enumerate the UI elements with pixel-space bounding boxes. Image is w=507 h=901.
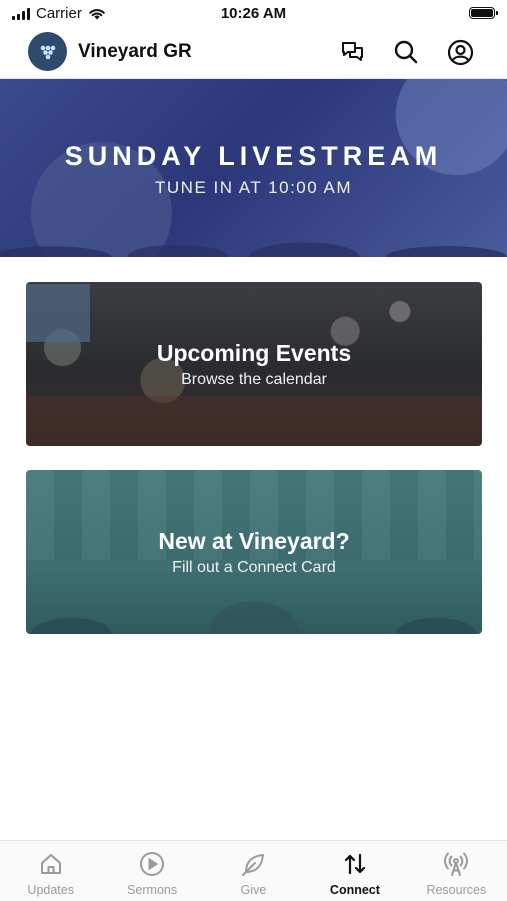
- tab-label: Sermons: [127, 883, 178, 897]
- broadcast-icon: [443, 851, 469, 877]
- vineyard-logo[interactable]: [28, 32, 67, 71]
- profile-icon[interactable]: [446, 38, 474, 66]
- battery-icon: [469, 7, 498, 19]
- card-background-crowd: [26, 396, 482, 446]
- home-icon: [38, 851, 64, 877]
- banner-title: SUNDAY LIVESTREAM: [64, 141, 443, 171]
- tab-label: Give: [240, 883, 267, 897]
- card-subtitle: Browse the calendar: [181, 371, 327, 388]
- tab-sermons[interactable]: Sermons: [101, 841, 202, 901]
- tab-label: Resources: [426, 883, 487, 897]
- chat-icon[interactable]: [339, 38, 367, 66]
- tab-label: Updates: [27, 883, 74, 897]
- status-bar: Carrier 10:26 AM: [0, 0, 507, 28]
- tab-connect[interactable]: Connect: [304, 841, 405, 901]
- card-title: New at Vineyard?: [158, 528, 350, 554]
- tab-resources[interactable]: Resources: [406, 841, 507, 901]
- upcoming-events-card[interactable]: Upcoming Events Browse the calendar: [26, 282, 482, 446]
- card-subtitle: Fill out a Connect Card: [172, 559, 336, 576]
- tab-bar: Updates Sermons Give Connect Resources: [0, 840, 507, 901]
- new-at-vineyard-card[interactable]: New at Vineyard? Fill out a Connect Card: [26, 470, 482, 634]
- tab-label: Connect: [329, 883, 380, 897]
- grape-icon: [40, 45, 55, 59]
- status-time: 10:26 AM: [220, 5, 287, 22]
- leaf-icon: [241, 851, 267, 877]
- card-background-image: [26, 284, 90, 342]
- tab-give[interactable]: Give: [203, 841, 304, 901]
- arrows-updown-icon: [342, 851, 368, 877]
- tab-updates[interactable]: Updates: [0, 841, 101, 901]
- search-icon[interactable]: [392, 38, 420, 66]
- card-title: Upcoming Events: [156, 340, 352, 366]
- livestream-banner[interactable]: SUNDAY LIVESTREAM TUNE IN AT 10:00 AM: [0, 79, 507, 257]
- play-circle-icon: [139, 851, 165, 877]
- app-title: Vineyard GR: [78, 41, 192, 62]
- app-header: Vineyard GR: [0, 28, 507, 79]
- banner-subtitle: TUNE IN AT 10:00 AM: [155, 178, 352, 197]
